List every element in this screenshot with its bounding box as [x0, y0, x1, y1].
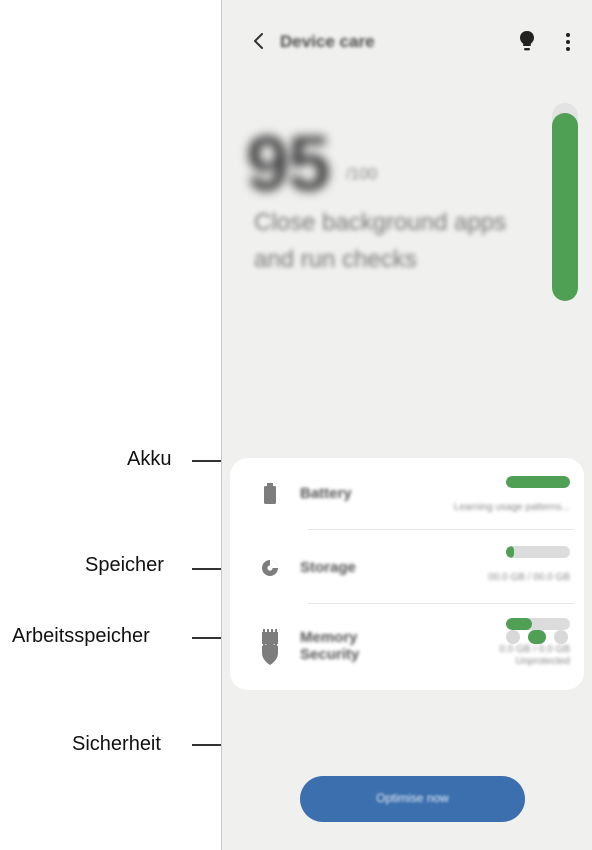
score-progress-fill [552, 112, 578, 301]
more-vertical-icon[interactable] [560, 31, 576, 53]
app-title: Device care [280, 32, 375, 51]
security-status: Unprotected [515, 656, 570, 667]
storage-level-bar [506, 546, 570, 558]
row-divider [308, 529, 574, 530]
battery-label: Battery [300, 485, 352, 502]
security-status-dots [506, 630, 570, 644]
battery-row[interactable]: Battery Learning usage patterns... [230, 458, 584, 530]
lightbulb-icon[interactable] [518, 29, 536, 55]
security-label: Security [300, 646, 360, 663]
shield-icon [262, 643, 278, 665]
battery-icon [264, 483, 276, 504]
callout-storage: Speicher [85, 554, 164, 576]
callout-battery: Akku [127, 448, 172, 470]
security-dot [554, 630, 568, 644]
score-unit: /100 [346, 166, 378, 183]
security-dot [506, 630, 520, 644]
battery-level-bar [506, 476, 570, 488]
storage-pie-icon [262, 560, 278, 576]
optimise-now-label: Optimise now [376, 791, 449, 805]
battery-level-fill [506, 476, 570, 488]
storage-level-fill [506, 546, 514, 558]
score-progress-bar [552, 103, 578, 301]
callout-memory: Arbeitsspeicher [12, 625, 150, 647]
phone-screen: Device care 95 /100 Close background app… [221, 0, 592, 850]
optimise-now-button[interactable]: Optimise now [300, 776, 525, 822]
storage-row[interactable]: Storage 00.0 GB / 00.0 GB [230, 532, 584, 604]
battery-status: Learning usage patterns... [453, 502, 570, 513]
device-care-score: 95 [246, 119, 331, 207]
storage-status: 00.0 GB / 00.0 GB [488, 572, 570, 583]
security-dot-active [528, 630, 546, 644]
status-message: Close background apps and run checks [254, 209, 507, 273]
security-row-visual[interactable]: Security Unprotected [230, 604, 584, 690]
storage-label: Storage [300, 559, 356, 576]
app-bar: Device care [222, 0, 592, 88]
callout-security: Sicherheit [72, 733, 161, 755]
chevron-left-icon[interactable] [248, 30, 270, 52]
